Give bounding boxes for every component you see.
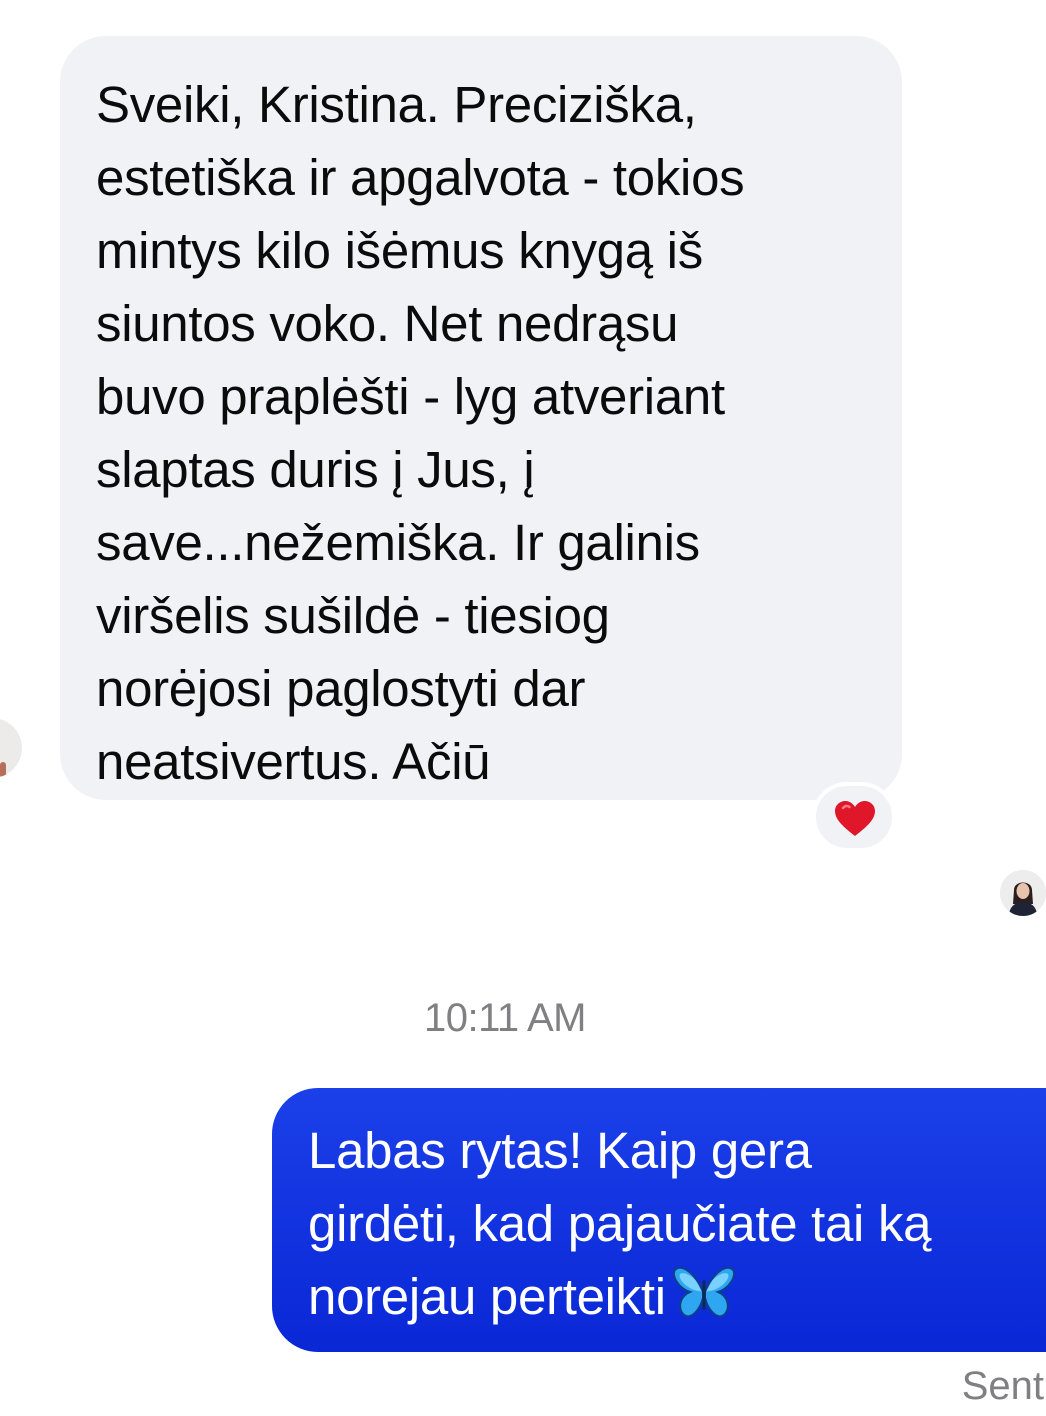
avatar-image <box>0 762 6 778</box>
person-avatar-icon <box>1000 870 1046 916</box>
incoming-message-bubble[interactable]: Sveiki, Kristina. Preciziška, estetiška … <box>60 36 902 800</box>
outgoing-message-text: Labas rytas! Kaip gera girdėti, kad paja… <box>308 1122 932 1325</box>
sender-avatar[interactable] <box>0 718 22 778</box>
read-receipt-avatar <box>1000 870 1046 916</box>
outgoing-message-body: Labas rytas! Kaip gera girdėti, kad paja… <box>308 1114 1044 1339</box>
butterfly-icon <box>672 1266 736 1339</box>
message-timestamp: 10:11 AM <box>423 996 587 1040</box>
message-reaction[interactable] <box>812 782 896 852</box>
heart-icon <box>835 801 875 836</box>
chat-thread: Sveiki, Kristina. Preciziška, estetiška … <box>0 0 1046 1416</box>
incoming-message-text: Sveiki, Kristina. Preciziška, estetiška … <box>96 76 745 790</box>
delivery-status: Sent <box>961 1364 1044 1408</box>
